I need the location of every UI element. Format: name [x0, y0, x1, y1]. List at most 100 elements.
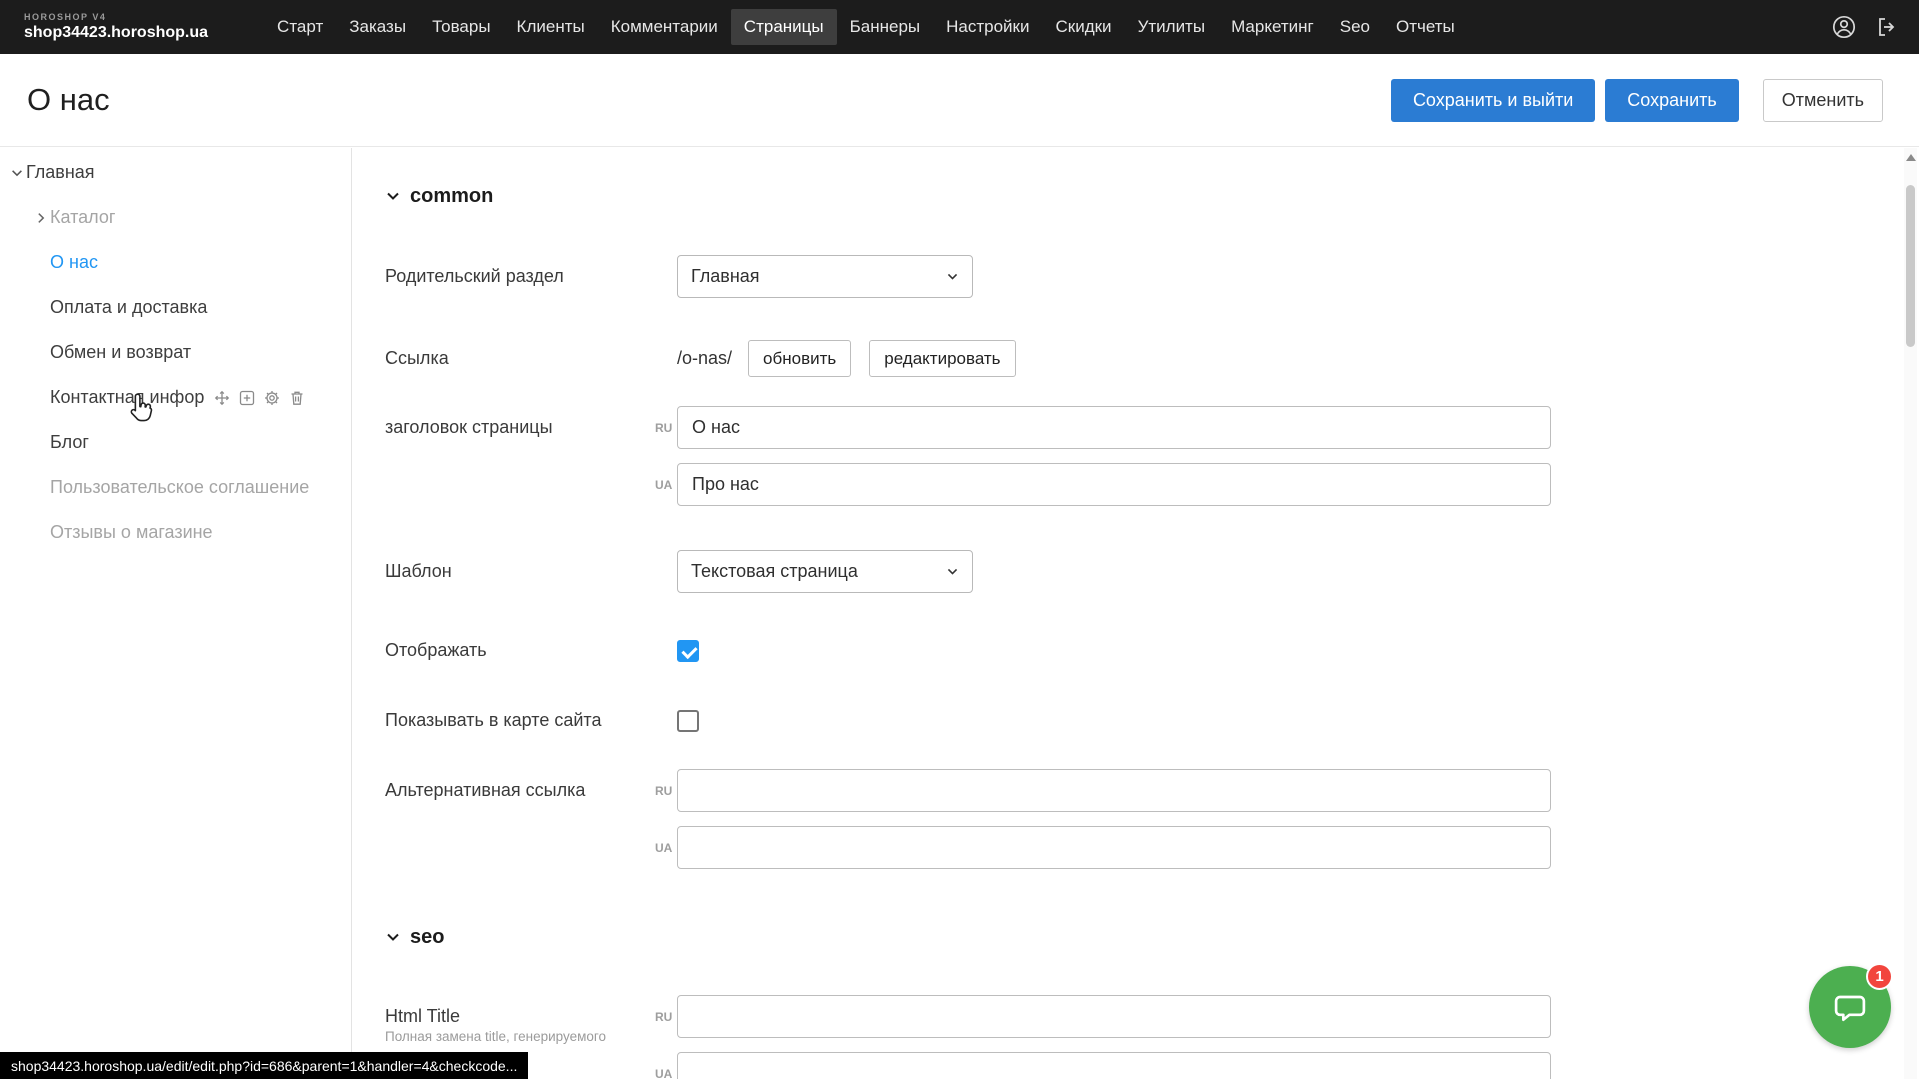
topnav-item-marketing[interactable]: Маркетинг [1218, 9, 1327, 45]
chevron-right-icon[interactable] [32, 211, 50, 225]
sidebar-item-user-agreement[interactable]: Пользовательское соглашение [0, 465, 351, 510]
lang-inputs: RU UA [655, 769, 1551, 869]
save-and-exit-button[interactable]: Сохранить и выйти [1391, 79, 1595, 122]
page-title: О нас [27, 82, 110, 118]
page-title-ru-input[interactable] [677, 406, 1551, 449]
field-label: Альтернативная ссылка [385, 769, 655, 812]
sidebar-item-blog[interactable]: Блог [0, 420, 351, 465]
sidebar-item-label: Главная [26, 162, 95, 183]
delete-icon[interactable] [289, 390, 305, 406]
lang-badge-ru: RU [655, 784, 671, 798]
status-bar-url: shop34423.horoshop.ua/edit/edit.php?id=6… [11, 1058, 517, 1074]
logout-icon[interactable] [1875, 15, 1899, 39]
sidebar-item-home[interactable]: Главная [0, 150, 351, 195]
chevron-down-icon[interactable] [8, 166, 26, 180]
scrollbar-thumb[interactable] [1906, 185, 1915, 347]
settings-icon[interactable] [264, 390, 280, 406]
sidebar-item-exchange-return[interactable]: Обмен и возврат [0, 330, 351, 375]
field-label: Показывать в карте сайта [385, 699, 655, 742]
scrollbar-up-arrow[interactable] [1906, 154, 1916, 161]
sidebar-item-label: Оплата и доставка [50, 297, 207, 318]
form-row-template: Шаблон Текстовая страница [385, 550, 1919, 593]
cancel-button[interactable]: Отменить [1763, 79, 1883, 122]
scrollbar[interactable] [1904, 148, 1917, 1079]
html-title-ru-input[interactable] [677, 995, 1551, 1038]
chevron-down-icon [385, 188, 401, 204]
save-button[interactable]: Сохранить [1605, 79, 1738, 122]
add-icon[interactable] [239, 390, 255, 406]
form-row-link: Ссылка /o-nas/ обновить редактировать [385, 337, 1919, 380]
logo-domain: shop34423.horoshop.ua [24, 24, 208, 42]
lang-badge-ua: UA [655, 1067, 671, 1079]
html-title-ua-input[interactable] [677, 1052, 1551, 1079]
link-path: /o-nas/ [677, 348, 732, 369]
form-row-parent-section: Родительский раздел Главная [385, 255, 1919, 298]
topbar-icons [1831, 14, 1899, 40]
topnav-item-utilities[interactable]: Утилиты [1125, 9, 1219, 45]
topnav-item-seo[interactable]: Seo [1327, 9, 1383, 45]
account-icon[interactable] [1831, 14, 1857, 40]
topnav-item-discounts[interactable]: Скидки [1042, 9, 1124, 45]
sidebar-item-store-reviews[interactable]: Отзывы о магазине [0, 510, 351, 555]
logo[interactable]: HOROSHOP V4 shop34423.horoshop.ua [24, 13, 208, 41]
template-select[interactable]: Текстовая страница [677, 550, 973, 593]
form-row-alt-link: Альтернативная ссылка RU UA [385, 769, 1919, 869]
status-bar: shop34423.horoshop.ua/edit/edit.php?id=6… [0, 1052, 528, 1079]
sidebar-item-payment-delivery[interactable]: Оплата и доставка [0, 285, 351, 330]
topnav-item-comments[interactable]: Комментарии [598, 9, 731, 45]
topnav-item-settings[interactable]: Настройки [933, 9, 1042, 45]
link-refresh-button[interactable]: обновить [748, 340, 851, 377]
topnav-item-products[interactable]: Товары [419, 9, 503, 45]
field-label: Отображать [385, 629, 655, 672]
parent-section-select[interactable]: Главная [677, 255, 973, 298]
form-area: common Родительский раздел Главная Ссылк… [352, 148, 1919, 1079]
section-title: seo [410, 926, 444, 949]
drag-icon[interactable] [214, 390, 230, 406]
sidebar-item-contact-info[interactable]: Контактная инфор [0, 375, 351, 420]
logo-version: HOROSHOP V4 [24, 13, 208, 23]
sitemap-checkbox[interactable] [677, 710, 699, 732]
sidebar-item-label: Обмен и возврат [50, 342, 191, 363]
chevron-down-icon [946, 270, 959, 283]
sidebar-tree: Главная Каталог О нас Оплата и доставка … [0, 148, 352, 1079]
sidebar-item-label: О нас [50, 252, 98, 273]
alt-link-ua-input[interactable] [677, 826, 1551, 869]
lang-badge-ua: UA [655, 478, 671, 492]
field-label: Родительский раздел [385, 255, 655, 298]
chat-unread-badge: 1 [1866, 963, 1893, 990]
sidebar-item-catalog[interactable]: Каталог [0, 195, 351, 240]
topnav-item-banners[interactable]: Баннеры [837, 9, 934, 45]
display-checkbox[interactable] [677, 640, 699, 662]
sidebar-item-label: Контактная инфор [50, 387, 204, 408]
field-label: Шаблон [385, 550, 655, 593]
topnav-item-clients[interactable]: Клиенты [504, 9, 598, 45]
link-edit-button[interactable]: редактировать [869, 340, 1015, 377]
top-navigation: Старт Заказы Товары Клиенты Комментарии … [264, 9, 1468, 45]
sidebar-item-about[interactable]: О нас [0, 240, 351, 285]
chat-widget-button[interactable]: 1 [1809, 966, 1891, 1048]
form-content: common Родительский раздел Главная Ссылк… [352, 148, 1919, 1079]
page: HOROSHOP V4 shop34423.horoshop.ua Старт … [0, 0, 1919, 1079]
content: Главная Каталог О нас Оплата и доставка … [0, 148, 1919, 1079]
field-label: заголовок страницы [385, 406, 655, 449]
field-hint: Полная замена title, генерируемого [385, 1029, 633, 1045]
field-label-block: Html Title Полная замена title, генериру… [385, 995, 655, 1045]
tree-row-actions [214, 390, 305, 406]
topnav-item-pages[interactable]: Страницы [731, 9, 837, 45]
topnav-item-orders[interactable]: Заказы [336, 9, 419, 45]
chevron-down-icon [946, 565, 959, 578]
form-row-display: Отображать [385, 629, 1919, 672]
section-common[interactable]: common [385, 183, 1919, 209]
chat-bubble-icon [1830, 987, 1870, 1027]
section-seo[interactable]: seo [385, 924, 1919, 950]
page-header: О нас Сохранить и выйти Сохранить Отмени… [0, 54, 1919, 147]
alt-link-ru-input[interactable] [677, 769, 1551, 812]
page-title-ua-input[interactable] [677, 463, 1551, 506]
lang-inputs: RU UA [655, 406, 1551, 506]
lang-badge-ua: UA [655, 841, 671, 855]
topbar: HOROSHOP V4 shop34423.horoshop.ua Старт … [0, 0, 1919, 54]
sidebar-item-label: Каталог [50, 207, 115, 228]
topnav-item-reports[interactable]: Отчеты [1383, 9, 1468, 45]
topnav-item-start[interactable]: Старт [264, 9, 336, 45]
sidebar-item-label: Блог [50, 432, 89, 453]
